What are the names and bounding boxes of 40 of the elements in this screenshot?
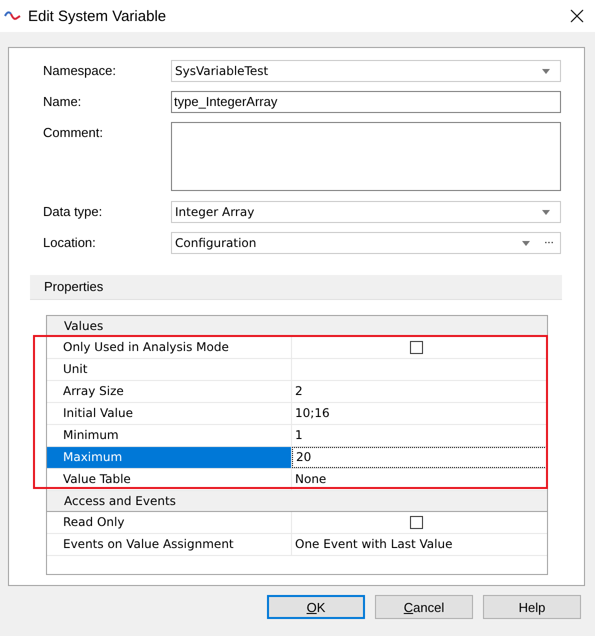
property-name[interactable]: Unit [47, 359, 292, 380]
wave-icon [4, 9, 22, 23]
property-name[interactable]: Array Size [47, 381, 292, 402]
property-value[interactable]: 20 [296, 447, 312, 468]
dropdown-field[interactable]: Configuration ··· [171, 232, 561, 254]
property-value[interactable]: 2 [295, 381, 303, 402]
section-header: Properties [30, 275, 562, 300]
property-name[interactable]: Events on Value Assignment [47, 534, 292, 555]
dropdown-field[interactable]: Integer Array [171, 201, 561, 223]
input-field[interactable]: type_IntegerArray [171, 91, 561, 113]
checkbox[interactable] [410, 341, 423, 354]
close-icon[interactable] [570, 9, 584, 23]
browse-button[interactable]: ··· [540, 238, 558, 248]
property-value[interactable]: None [295, 469, 326, 490]
field-label: Name: [42, 93, 82, 111]
property-value[interactable]: One Event with Last Value [295, 534, 452, 555]
property-value[interactable]: 10;16 [295, 403, 330, 424]
caret-icon [522, 240, 530, 246]
checkbox[interactable] [410, 516, 423, 529]
dropdown-field[interactable]: SysVariableTest [171, 60, 561, 82]
field-label: Location: [42, 234, 97, 252]
property-name[interactable]: Read Only [47, 512, 292, 533]
field-label: Comment: [42, 124, 104, 142]
dialog-button[interactable]: OK [267, 595, 365, 619]
property-name[interactable]: Only Used in Analysis Mode [47, 337, 292, 358]
field-label: Namespace: [42, 62, 117, 80]
property-value[interactable]: 1 [295, 425, 303, 446]
caret-icon [542, 210, 550, 214]
property-name[interactable]: Minimum [47, 425, 292, 446]
caret-icon [542, 68, 550, 74]
field-label: Data type: [42, 203, 104, 221]
property-name[interactable]: Maximum [47, 447, 292, 468]
dialog-button[interactable]: Help [483, 595, 581, 619]
category-header[interactable]: Values [47, 316, 547, 337]
property-name[interactable]: Value Table [47, 469, 292, 490]
window-title: Edit System Variable [28, 8, 168, 24]
dialog-button[interactable]: Cancel [375, 595, 473, 619]
comment-field[interactable] [171, 122, 561, 191]
category-header[interactable]: Access and Events [47, 491, 547, 512]
property-name[interactable]: Initial Value [47, 403, 292, 424]
